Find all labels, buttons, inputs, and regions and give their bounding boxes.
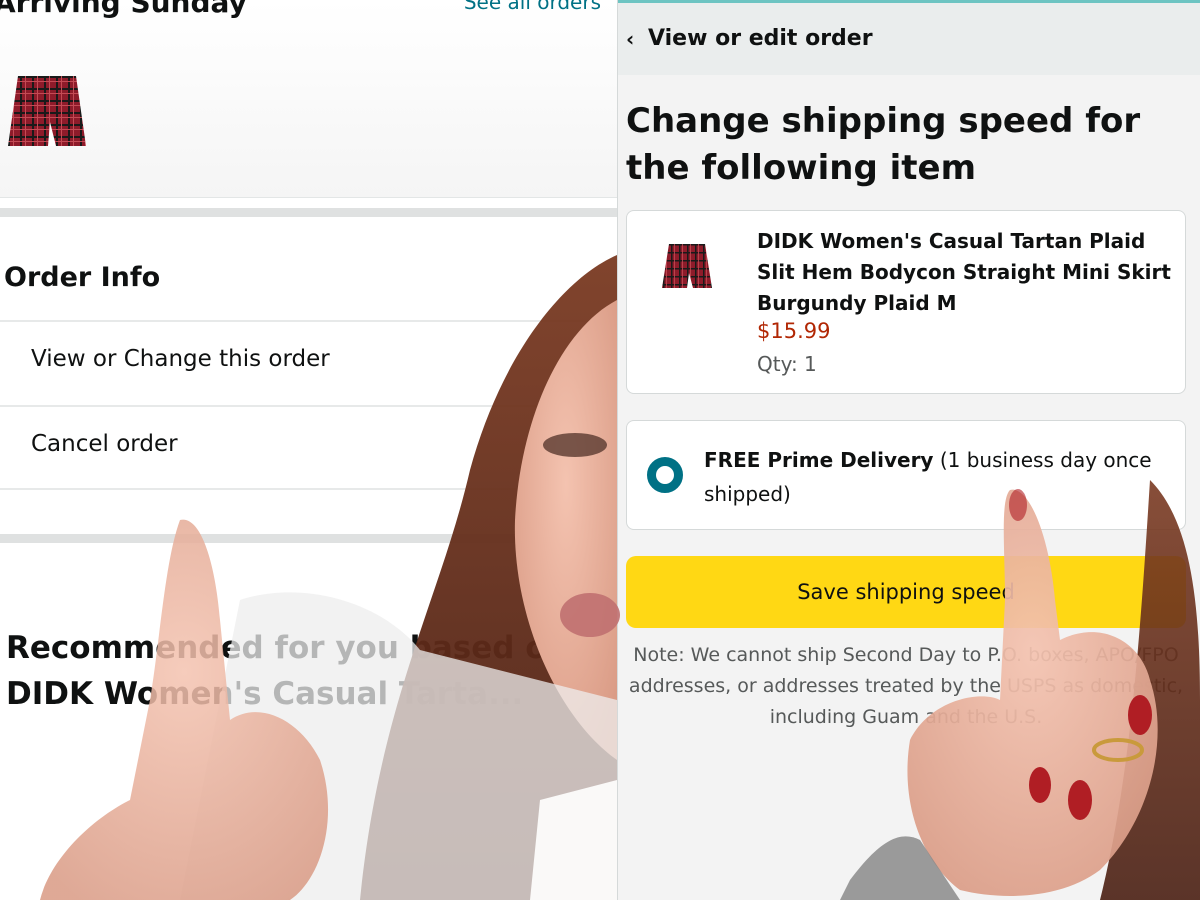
arriving-section: Arriving Sunday See all orders [0, 0, 617, 198]
page-title: Change shipping speed for the following … [626, 101, 1141, 188]
view-change-order-label: View or Change this order [31, 346, 330, 372]
delivery-radio-selected[interactable] [647, 457, 683, 493]
shipping-speed-screen: ‹ View or edit order Change shipping spe… [618, 0, 1200, 900]
back-navigation[interactable]: ‹ View or edit order [618, 3, 1200, 75]
order-info-heading: Order Info [4, 262, 161, 293]
cancel-order-row[interactable]: Cancel order [0, 405, 617, 490]
section-divider [0, 534, 617, 543]
see-all-orders-link[interactable]: See all orders [464, 0, 601, 14]
arriving-title: Arriving Sunday [0, 0, 247, 19]
item-title[interactable]: DIDK Women's Casual Tartan Plaid Slit He… [757, 226, 1177, 319]
shipping-note: Note: We cannot ship Second Day to P.O. … [628, 644, 1184, 728]
delivery-option-text: FREE Prime Delivery (1 business day once… [704, 443, 1174, 511]
item-quantity: Qty: 1 [757, 352, 817, 376]
cancel-order-label: Cancel order [31, 431, 178, 457]
recommendations-heading: Recommended for you based on DIDK Women'… [6, 630, 569, 712]
order-details-screen: Arriving Sunday See all orders Order Inf… [0, 0, 617, 900]
skirt-product-image[interactable] [4, 72, 90, 150]
item-price: $15.99 [757, 319, 831, 343]
delivery-option-card[interactable]: FREE Prime Delivery (1 business day once… [626, 420, 1186, 530]
back-link-label: View or edit order [648, 26, 873, 51]
view-change-order-row[interactable]: View or Change this order [0, 320, 617, 405]
item-card: DIDK Women's Casual Tartan Plaid Slit He… [626, 210, 1186, 394]
save-shipping-speed-button[interactable]: Save shipping speed [626, 556, 1186, 628]
skirt-product-image[interactable] [660, 241, 714, 291]
delivery-option-label: FREE Prime Delivery [704, 448, 934, 472]
section-divider [0, 208, 617, 217]
chevron-left-icon: ‹ [626, 27, 635, 51]
